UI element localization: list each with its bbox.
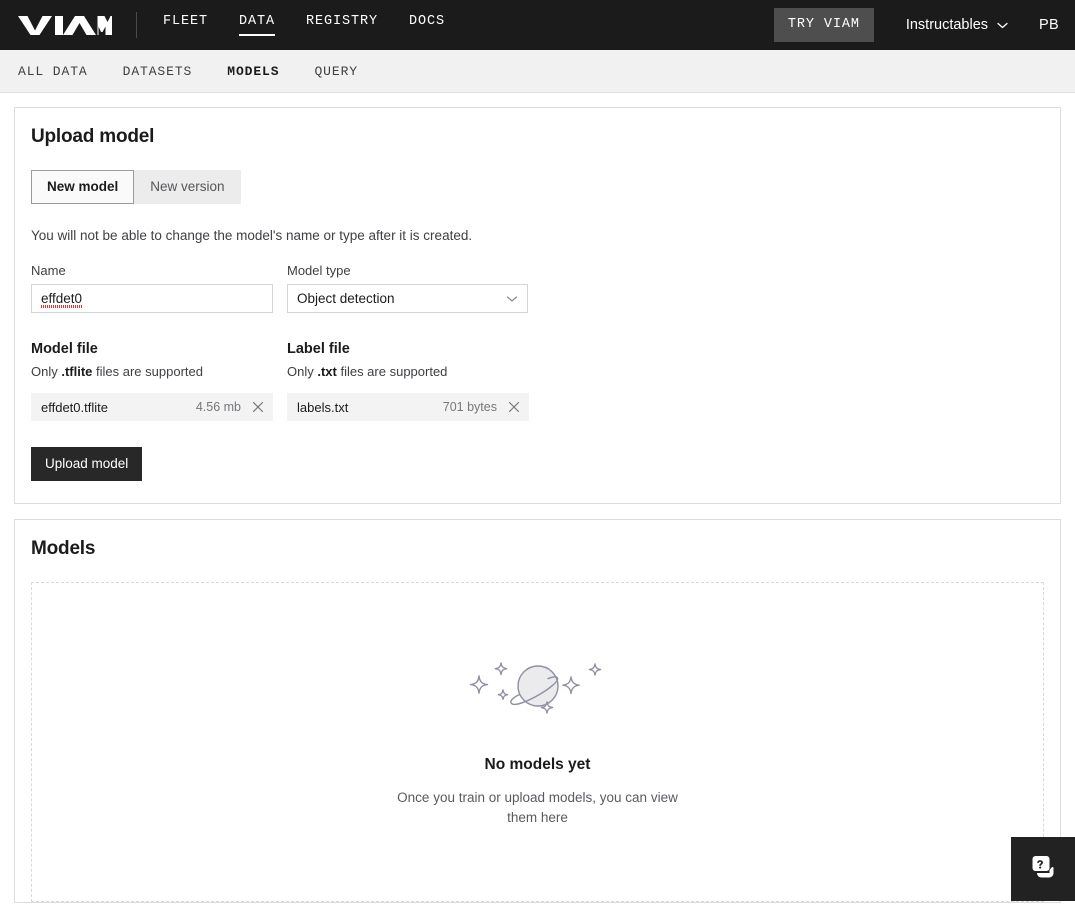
user-avatar-initials[interactable]: PB [1039, 17, 1059, 33]
tab-models[interactable]: MODELS [227, 64, 279, 79]
helper-note: You will not be able to change the model… [31, 228, 473, 243]
model-meta-form-row: Name effdet0 Model type Object detection [31, 263, 1044, 313]
upload-mode-segmented-control: New model New version [31, 170, 241, 204]
chevron-down-icon [506, 291, 518, 306]
model-file-name: effdet0.tflite [41, 399, 108, 415]
nav-item-registry[interactable]: REGISTRY [306, 14, 378, 36]
upload-model-button[interactable]: Upload model [31, 447, 143, 481]
empty-state-subtitle: Once you train or upload models, you can… [397, 789, 678, 825]
models-section-title: Models [31, 538, 96, 559]
page-content: Upload model New model New version You w… [0, 93, 1075, 911]
sub-navigation-tabs: ALL DATA DATASETS MODELS QUERY [0, 50, 1075, 93]
chevron-down-icon [997, 22, 1008, 29]
label-file-extension: .txt [317, 364, 337, 379]
nav-right-group: TRY VIAM Instructables PB [773, 0, 1059, 50]
page-title: Upload model [31, 126, 155, 147]
viam-logo[interactable] [18, 0, 112, 50]
label-file-chip[interactable]: labels.txt 701 bytes [287, 393, 529, 421]
planet-sparkles-illustration [463, 657, 613, 724]
nav-item-docs[interactable]: DOCS [409, 14, 445, 36]
empty-state-title: No models yet [484, 755, 591, 773]
models-card: Models No models yet Once you train or u… [14, 519, 1061, 903]
nav-item-fleet[interactable]: FLEET [163, 14, 208, 36]
model-file-extension: .tflite [61, 364, 93, 379]
model-file-title: Model file [31, 341, 98, 357]
model-file-note: Only .tflite files are supported [31, 364, 203, 379]
organization-label: Instructables [905, 17, 989, 33]
label-file-size: 701 bytes [442, 400, 497, 414]
name-label: Name [31, 263, 66, 278]
top-navigation-bar: FLEET DATA REGISTRY DOCS TRY VIAM Instru… [0, 0, 1075, 50]
try-viam-button[interactable]: TRY VIAM [773, 8, 874, 42]
help-chat-widget-button[interactable] [1011, 837, 1075, 901]
models-empty-state: No models yet Once you train or upload m… [31, 582, 1044, 902]
model-type-select[interactable]: Object detection [287, 284, 528, 313]
nav-divider [136, 12, 137, 38]
model-file-size: 4.56 mb [195, 400, 241, 414]
nav-item-data[interactable]: DATA [239, 14, 276, 36]
model-type-field-group: Model type Object detection [287, 263, 528, 313]
name-input-value: effdet0 [41, 291, 83, 308]
name-field-group: Name effdet0 [31, 263, 273, 313]
main-nav-links: FLEET DATA REGISTRY DOCS [163, 0, 476, 50]
label-file-group: Label file Only .txt files are supported… [287, 341, 529, 421]
tab-all-data[interactable]: ALL DATA [18, 64, 88, 79]
organization-menu[interactable]: Instructables [906, 17, 1008, 33]
model-type-selected-value: Object detection [297, 291, 395, 306]
remove-model-file-icon[interactable] [251, 400, 265, 414]
model-file-chip[interactable]: effdet0.tflite 4.56 mb [31, 393, 273, 421]
remove-label-file-icon[interactable] [507, 400, 521, 414]
label-file-note: Only .txt files are supported [287, 364, 448, 379]
upload-model-card: Upload model New model New version You w… [14, 107, 1061, 504]
model-type-label: Model type [287, 263, 351, 278]
file-upload-row: Model file Only .tflite files are suppor… [31, 341, 1044, 421]
tab-new-model[interactable]: New model [31, 170, 135, 204]
label-file-name: labels.txt [297, 399, 349, 415]
tab-query[interactable]: QUERY [314, 64, 358, 79]
question-chat-bubble-icon [1027, 851, 1059, 888]
model-file-group: Model file Only .tflite files are suppor… [31, 341, 273, 421]
name-input[interactable]: effdet0 [31, 284, 273, 313]
tab-datasets[interactable]: DATASETS [123, 64, 193, 79]
tab-new-version[interactable]: New version [134, 170, 241, 204]
label-file-title: Label file [287, 341, 350, 357]
